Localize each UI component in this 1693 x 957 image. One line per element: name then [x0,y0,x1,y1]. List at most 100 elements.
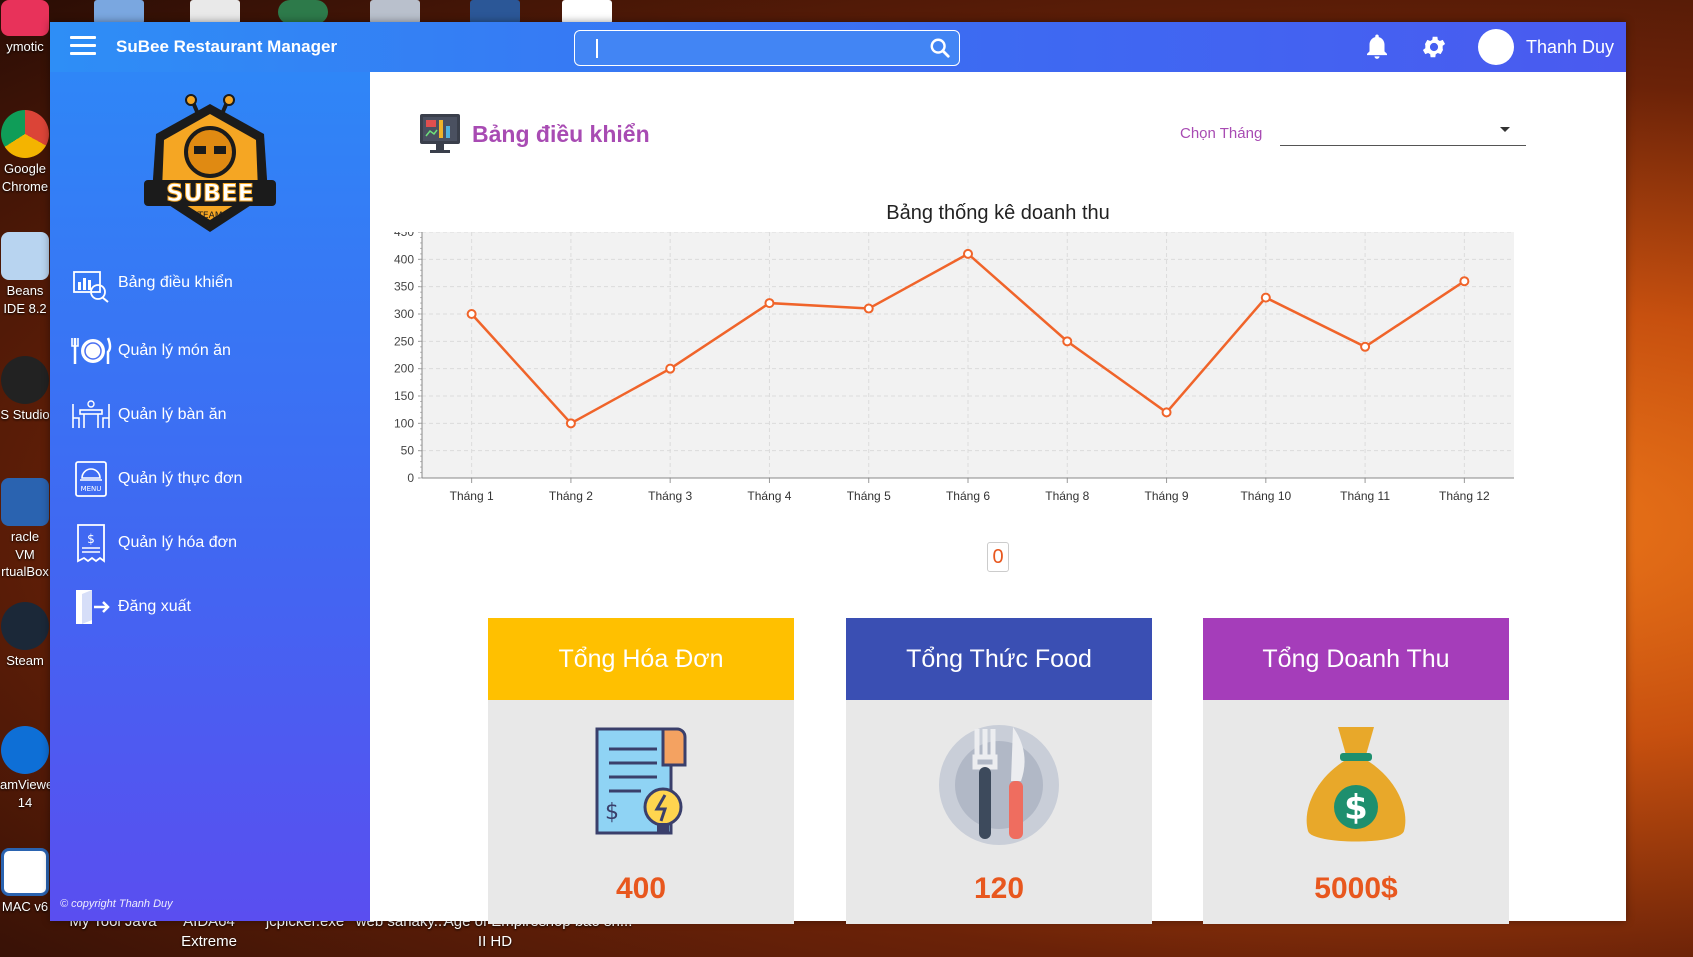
desktop-shortcut-label: amViewer 14 [0,777,58,810]
menu-book-icon: MENU [75,461,107,497]
search-box[interactable] [574,30,960,66]
copyright: © copyright Thanh Duy [60,898,173,910]
nav-item-dishes[interactable]: Quản lý món ăn [70,330,231,372]
y-tick-label: 50 [401,444,415,458]
logout-icon [76,590,110,624]
desktop-app-icon[interactable] [94,0,144,24]
search-input[interactable] [575,31,905,64]
sidebar: SUBEE TEAM Bảng điều khiển Quản lý món ă… [50,72,370,921]
card-header: Tổng Doanh Thu [1203,618,1509,700]
desktop-shortcut-label: MAC v6 [1,899,49,914]
qr-code-icon[interactable] [562,0,612,24]
y-tick-label: 150 [394,389,414,403]
data-point [963,248,973,259]
x-tick-label: Tháng 1 [450,489,494,503]
data-point [466,309,477,319]
nav-item-logout[interactable]: Đăng xuất [70,586,191,628]
x-tick-label: Tháng 4 [747,489,791,503]
desktop-shortcut-label: ymotic [6,39,44,54]
x-tick-label: Tháng 11 [1340,489,1390,503]
y-tick-label: 450 [394,232,414,239]
chevron-down-icon[interactable] [1500,127,1510,132]
chart-title: Bảng thống kê doanh thu [886,202,1110,224]
nav-label: Quản lý bàn ăn [118,406,227,423]
invoice-icon: $ [77,524,105,563]
desktop-shortcut[interactable]: racle VM rtualBox [0,478,50,581]
logo-subtext: TEAM [196,211,222,221]
desktop-shortcut[interactable]: Steam [0,602,50,670]
desktop-shortcut-label: Beans IDE 8.2 [3,283,47,316]
desktop-file-icon[interactable] [190,0,240,24]
x-tick-label: Tháng 8 [1045,489,1089,503]
desktop-shortcut-label: Steam [6,653,44,668]
nav-label: Quản lý hóa đơn [118,534,238,551]
svg-text:$: $ [1344,788,1368,828]
data-point [1360,341,1371,352]
desktop-shortcut[interactable]: MAC v6 [0,848,50,916]
atom-icon[interactable] [278,0,328,24]
nav-item-invoices[interactable]: $ Quản lý hóa đơn [70,522,237,564]
text-caret [596,39,598,58]
desktop-shortcut[interactable]: Beans IDE 8.2 [0,232,50,317]
data-point [565,418,576,429]
nav-label: Quản lý thực đơn [118,470,243,487]
monitor-dashboard-icon [420,114,460,153]
virtualbox-icon [1,478,49,526]
gear-icon[interactable] [1420,33,1448,61]
nav-item-menu[interactable]: MENU Quản lý thực đơn [70,458,242,500]
app-icon [1,0,49,36]
dashboard-icon [73,271,109,303]
x-tick-label: Tháng 5 [847,489,891,503]
y-tick-label: 200 [394,362,414,376]
month-label: Chọn Tháng [1180,125,1263,142]
revenue-line-chart: 0 50 100 150 200 250 300 350 400 450 Tháng 1 Tháng … [394,232,1514,503]
y-tick-label: 400 [394,252,414,266]
main-content: Bảng điều khiển Chọn Tháng Bảng thống kê… [370,72,1626,924]
steam-icon [1,602,49,650]
desktop-shortcut[interactable]: amViewer 14 [0,726,58,811]
desktop-shortcut[interactable]: Google Chrome [0,110,50,195]
plate-cutlery-icon [939,725,1059,845]
plate-cutlery-icon [71,337,112,364]
obs-icon [1,356,49,404]
y-tick-label: 250 [394,334,414,348]
nav-label: Quản lý món ăn [118,342,231,359]
menu-icon[interactable] [70,36,96,56]
receipt-icon: $ [595,727,687,835]
desktop-shortcut-label: racle VM rtualBox [1,529,49,580]
y-tick-label: 100 [394,416,414,430]
app-window: SuBee Restaurant Manager Thanh Duy SUBEE… [50,22,1626,924]
nav-item-tables[interactable]: Quản lý bàn ăn [70,394,227,436]
avatar[interactable] [1478,29,1514,65]
logo-text: SUBEE [166,179,254,207]
maze-icon [1,848,49,896]
desktop-app-icon[interactable] [370,0,420,24]
card-total-revenue: Tổng Doanh Thu $ 5000$ [1203,618,1509,924]
word-icon[interactable] [470,0,520,24]
app-title: SuBee Restaurant Manager [116,37,338,56]
chrome-icon [1,110,49,158]
teamviewer-icon [1,726,49,774]
nav-label: Đăng xuất [118,598,191,615]
y-tick-label: 300 [394,307,414,321]
nav-item-dashboard[interactable]: Bảng điều khiển [70,262,233,304]
month-select[interactable] [1280,116,1526,146]
card-value: 400 [615,872,667,905]
data-point [1062,336,1073,347]
user-name[interactable]: Thanh Duy [1526,37,1614,58]
bell-icon[interactable] [1362,32,1392,62]
data-point [863,303,874,314]
desktop-shortcut[interactable]: S Studio [0,356,50,424]
dashboard-header: Bảng điều khiển [418,112,650,156]
x-tick-label: Tháng 10 [1240,489,1291,503]
desktop-shortcut[interactable]: ymotic [0,0,50,56]
card-total-food: Tổng Thức Food 120 [846,618,1152,924]
y-tick-label: 350 [394,280,414,294]
x-tick-label: Tháng 3 [648,489,692,503]
svg-text:$: $ [87,532,95,546]
page-title: Bảng điều khiển [472,120,650,147]
search-icon[interactable] [929,37,951,59]
x-tick-label: Tháng 2 [549,489,593,503]
data-point [1260,292,1271,303]
counter-badge[interactable]: 0 [987,542,1009,572]
